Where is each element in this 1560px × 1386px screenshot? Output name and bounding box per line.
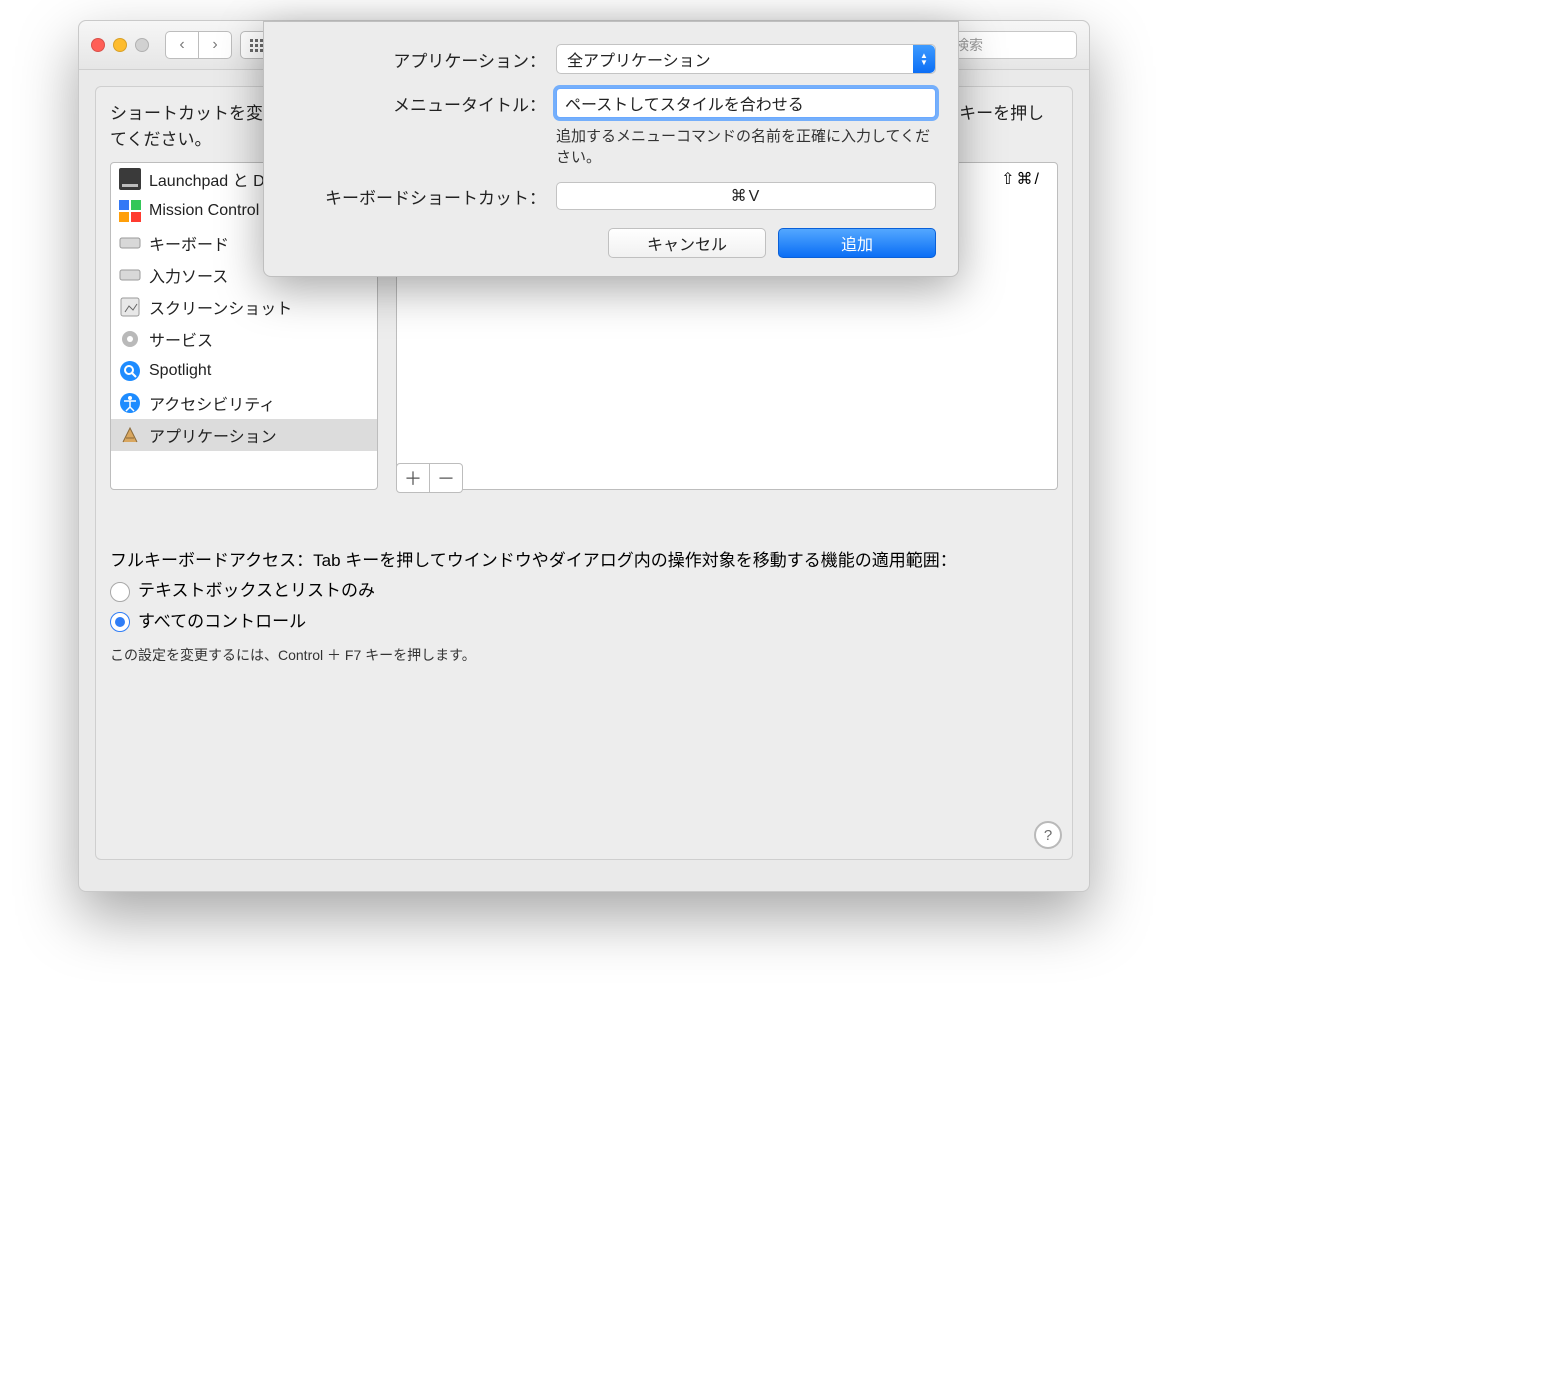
menu-title-label: メニュータイトル： xyxy=(286,91,556,116)
applications-icon xyxy=(119,424,141,446)
sidebar-item-label: Spotlight xyxy=(149,362,211,380)
launchpad-icon xyxy=(119,168,141,190)
radio-icon xyxy=(110,612,130,632)
nav-buttons: ‹ › xyxy=(165,31,232,59)
mission-control-icon xyxy=(119,200,141,222)
radio-label: すべてのコントロール xyxy=(138,609,306,635)
application-select[interactable]: 全アプリケーション ▲▼ xyxy=(556,44,936,74)
back-button[interactable]: ‹ xyxy=(165,31,199,59)
application-select-value: 全アプリケーション xyxy=(567,47,711,71)
keyboard-shortcut-label: キーボードショートカット： xyxy=(286,184,556,209)
search-placeholder: 検索 xyxy=(955,35,983,55)
spotlight-icon xyxy=(119,360,141,382)
application-label: アプリケーション： xyxy=(286,47,556,72)
sidebar-item-applications[interactable]: アプリケーション xyxy=(111,419,377,451)
sidebar-item-accessibility[interactable]: アクセシビリティ xyxy=(111,387,377,419)
preferences-window: ‹ › キーボード 検索 ショートカットを変更するには、ショートカットを選択し、… xyxy=(78,20,1090,892)
full-keyboard-access-heading: フルキーボードアクセス：Tab キーを押してウインドウやダイアログ内の操作対象を… xyxy=(110,548,1058,574)
sidebar-item-label: アプリケーション xyxy=(149,423,277,447)
sidebar-item-label: キーボード xyxy=(149,231,229,255)
help-button[interactable]: ? xyxy=(1034,821,1062,849)
select-stepper-icon: ▲▼ xyxy=(913,45,935,73)
plus-icon: ＋ xyxy=(404,465,422,491)
add-shortcut-button[interactable]: ＋ xyxy=(396,463,430,493)
menu-title-input[interactable] xyxy=(556,88,936,118)
chevron-left-icon: ‹ xyxy=(179,36,184,54)
add-button[interactable]: 追加 xyxy=(778,228,936,258)
accessibility-icon xyxy=(119,392,141,414)
minimize-window-button[interactable] xyxy=(113,38,127,52)
sidebar-item-label: Mission Control xyxy=(149,202,259,220)
zoom-window-button[interactable] xyxy=(135,38,149,52)
sidebar-item-screenshots[interactable]: スクリーンショット xyxy=(111,291,377,323)
close-window-button[interactable] xyxy=(91,38,105,52)
change-hint: この設定を変更するには、Control ＋ F7 キーを押します。 xyxy=(110,645,1058,667)
remove-shortcut-button[interactable]: － xyxy=(430,463,463,493)
input-source-icon xyxy=(119,264,141,286)
radio-label: テキストボックスとリストのみ xyxy=(138,578,375,604)
keyboard-shortcut-value: ⌘V xyxy=(731,186,762,206)
radio-text-only[interactable]: テキストボックスとリストのみ xyxy=(110,578,1058,604)
keyboard-icon xyxy=(119,232,141,254)
sidebar-item-spotlight[interactable]: Spotlight xyxy=(111,355,377,387)
sidebar-item-services[interactable]: サービス xyxy=(111,323,377,355)
help-icon: ? xyxy=(1044,827,1052,844)
radio-all-controls[interactable]: すべてのコントロール xyxy=(110,609,1058,635)
sidebar-item-label: アクセシビリティ xyxy=(149,391,275,415)
sidebar-item-label: スクリーンショット xyxy=(149,295,292,319)
minus-icon: － xyxy=(437,465,455,491)
sidebar-item-label: サービス xyxy=(149,327,213,351)
keyboard-shortcut-input[interactable]: ⌘V xyxy=(556,182,936,210)
sidebar-item-label: 入力ソース xyxy=(149,263,228,287)
forward-button[interactable]: › xyxy=(199,31,232,59)
window-controls xyxy=(91,38,149,52)
menu-title-hint: 追加するメニューコマンドの名前を正確に入力してください。 xyxy=(556,126,936,168)
gear-icon xyxy=(119,328,141,350)
chevron-right-icon: › xyxy=(212,36,217,54)
add-shortcut-sheet: アプリケーション： 全アプリケーション ▲▼ メニュータイトル： 追加するメニュ… xyxy=(263,21,959,277)
shortcut-row-key: ⇧⌘/ xyxy=(1001,169,1057,189)
screenshot-icon xyxy=(119,296,141,318)
cancel-button[interactable]: キャンセル xyxy=(608,228,766,258)
radio-icon xyxy=(110,582,130,602)
